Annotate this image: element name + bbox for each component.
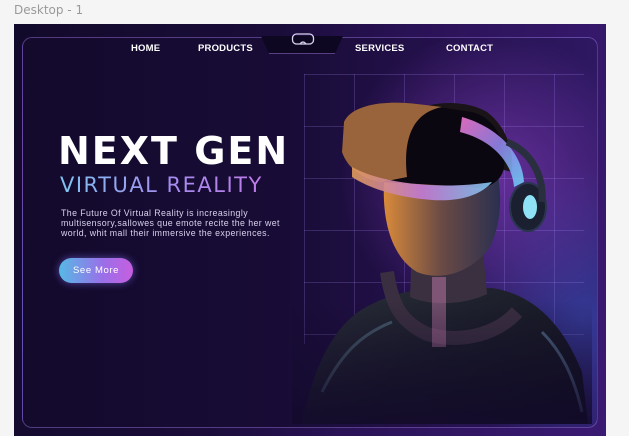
hero-subtitle: VIRTUAL REALITY [60, 173, 263, 197]
hero-description: The Future Of Virtual Reality is increas… [61, 208, 280, 238]
vr-person-image [292, 72, 592, 424]
artboard: HOME PRODUCTS SERVICES CONTACT NEXT GEN … [14, 24, 606, 436]
vr-headset-icon[interactable] [291, 32, 315, 46]
hero-title: NEXT GEN [58, 129, 290, 173]
nav-link-products[interactable]: PRODUCTS [198, 43, 253, 54]
see-more-button[interactable]: See More [59, 258, 133, 283]
nav-link-home[interactable]: HOME [131, 43, 160, 54]
nav-link-services[interactable]: SERVICES [355, 43, 404, 54]
nav-link-contact[interactable]: CONTACT [446, 43, 493, 54]
frame-label: Desktop - 1 [14, 3, 84, 17]
